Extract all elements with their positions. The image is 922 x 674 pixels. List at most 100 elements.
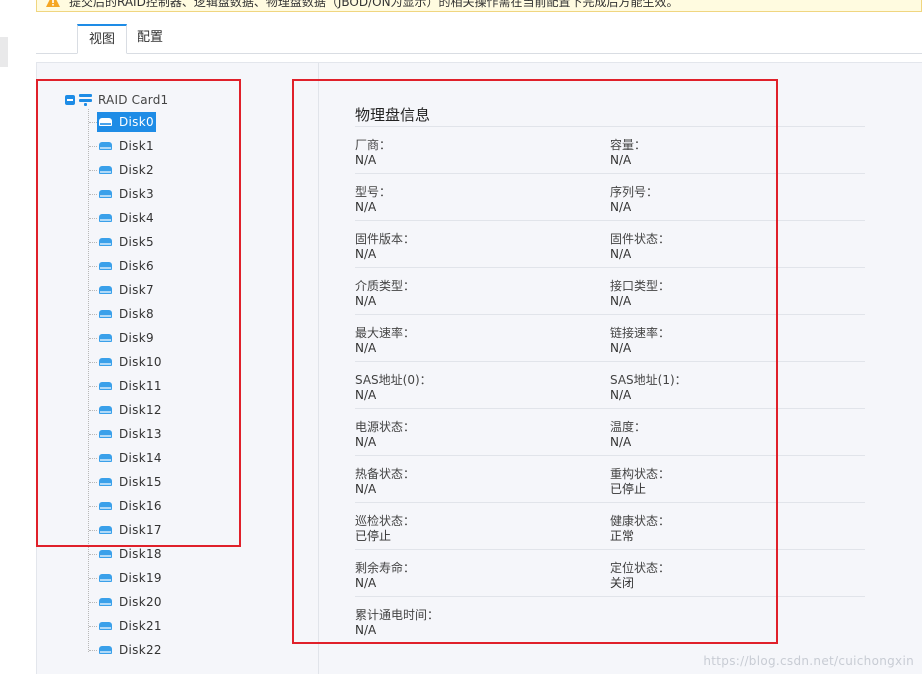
tree-node[interactable]: Disk22 [97,640,164,660]
disk-icon [99,502,112,510]
tree-node[interactable]: Disk9 [97,328,156,348]
tree-item-disk7[interactable]: Disk7 [37,278,319,302]
tree-item-disk19[interactable]: Disk19 [37,566,319,590]
field-label: 累计通电时间： [355,608,440,622]
disk-label: Disk16 [119,499,162,513]
field-label: 最大速率： [355,326,416,340]
field-value: N/A [610,341,632,355]
tree-node[interactable]: Disk5 [97,232,156,252]
info-field: SAS地址(0)： N/A [355,362,610,408]
tree-node[interactable]: Disk19 [97,568,164,588]
disk-icon [99,598,112,606]
collapse-icon[interactable] [65,95,75,105]
field-value: N/A [355,153,377,167]
tree-item-disk15[interactable]: Disk15 [37,470,319,494]
content-area: RAID Card1 Disk0 Disk1 Disk2 Disk3 Disk4 Disk… [36,62,922,674]
tree-branch [89,554,97,555]
tree-item-disk9[interactable]: Disk9 [37,326,319,350]
tree-item-disk8[interactable]: Disk8 [37,302,319,326]
tree-item-disk5[interactable]: Disk5 [37,230,319,254]
tree-node[interactable]: Disk7 [97,280,156,300]
tree-item-disk0[interactable]: Disk0 [37,110,319,134]
field-value: 已停止 [610,482,647,496]
field-value: N/A [355,623,377,637]
tree-branch [89,530,97,531]
info-row: 剩余寿命： N/A 定位状态： 关闭 [355,550,865,597]
field-label: 序列号： [610,185,659,199]
info-field: 累计通电时间： N/A [355,597,610,644]
tree-branch [89,410,97,411]
disk-icon [99,526,112,534]
field-label: 健康状态： [610,514,671,528]
tree-node[interactable]: Disk21 [97,616,164,636]
tree-node[interactable]: Disk0 [97,112,156,132]
tree-node[interactable]: Disk8 [97,304,156,324]
tree-node[interactable]: Disk3 [97,184,156,204]
tree-item-disk17[interactable]: Disk17 [37,518,319,542]
tree-node[interactable]: Disk14 [97,448,164,468]
info-row: 厂商： N/A 容量： N/A [355,127,865,174]
disk-label: Disk18 [119,547,162,561]
field-value: 关闭 [610,576,635,590]
tree-node[interactable]: Disk10 [97,352,164,372]
disk-label: Disk15 [119,475,162,489]
info-row: 固件版本： N/A 固件状态： N/A [355,221,865,268]
tree-branch [89,386,97,387]
disk-label: Disk12 [119,403,162,417]
tree-node[interactable]: Disk20 [97,592,164,612]
tree-root[interactable]: RAID Card1 [65,92,168,108]
notice-bar: 提交后的RAID控制器、逻辑盘数据、物理盘数据（JBOD/ON为显示）的相关操作… [36,0,922,12]
tree-item-disk20[interactable]: Disk20 [37,590,319,614]
field-value: N/A [355,247,377,261]
info-row: 介质类型： N/A 接口类型： N/A [355,268,865,315]
tree-branch [89,218,97,219]
tree-node[interactable]: Disk15 [97,472,164,492]
field-value: 已停止 [355,529,392,543]
info-title: 物理盘信息 [355,106,431,124]
field-label: 固件状态： [610,232,671,246]
tree-item-disk13[interactable]: Disk13 [37,422,319,446]
tree-node[interactable]: Disk17 [97,520,164,540]
tree-node[interactable]: Disk13 [97,424,164,444]
disk-icon [99,118,112,126]
disk-icon [99,574,112,582]
tree-node[interactable]: Disk16 [97,496,164,516]
tree-node[interactable]: Disk18 [97,544,164,564]
disk-icon [99,406,112,414]
info-row: 型号： N/A 序列号： N/A [355,174,865,221]
tree-item-disk10[interactable]: Disk10 [37,350,319,374]
tree-item-disk16[interactable]: Disk16 [37,494,319,518]
info-field: 热备状态： N/A [355,456,610,502]
tree-panel: RAID Card1 Disk0 Disk1 Disk2 Disk3 Disk4 Disk… [37,63,319,674]
disk-label: Disk3 [119,187,154,201]
tree-item-disk6[interactable]: Disk6 [37,254,319,278]
tree-item-disk21[interactable]: Disk21 [37,614,319,638]
tree-node[interactable]: Disk12 [97,400,164,420]
disk-label: Disk21 [119,619,162,633]
tree-item-disk2[interactable]: Disk2 [37,158,319,182]
field-value: N/A [355,294,377,308]
tree-node[interactable]: Disk6 [97,256,156,276]
disk-icon [99,382,112,390]
tree-node[interactable]: Disk4 [97,208,156,228]
tab-view[interactable]: 视图 [77,24,128,54]
tree-item-disk4[interactable]: Disk4 [37,206,319,230]
tree-item-disk18[interactable]: Disk18 [37,542,319,566]
tree-node[interactable]: Disk11 [97,376,164,396]
disk-icon [99,166,112,174]
field-value: N/A [610,388,632,402]
tree-node[interactable]: Disk1 [97,136,156,156]
tree-node[interactable]: Disk2 [97,160,156,180]
tree-item-disk11[interactable]: Disk11 [37,374,319,398]
tree-item-disk12[interactable]: Disk12 [37,398,319,422]
field-label: 电源状态： [355,420,416,434]
field-label: 接口类型： [610,279,671,293]
notice-text: 提交后的RAID控制器、逻辑盘数据、物理盘数据（JBOD/ON为显示）的相关操作… [69,0,679,9]
disk-icon [99,190,112,198]
tree-item-disk1[interactable]: Disk1 [37,134,319,158]
disk-label: Disk10 [119,355,162,369]
tree-item-disk14[interactable]: Disk14 [37,446,319,470]
tree-item-disk22[interactable]: Disk22 [37,638,319,662]
tree-item-disk3[interactable]: Disk3 [37,182,319,206]
tab-config[interactable]: 配置 [126,24,174,54]
